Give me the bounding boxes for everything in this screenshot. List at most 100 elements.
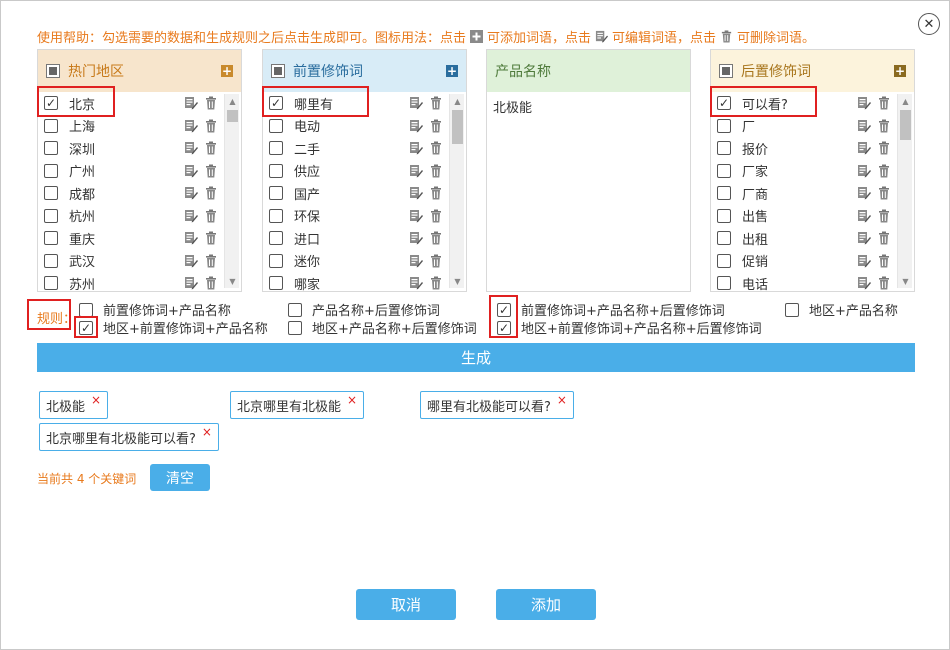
- item-checkbox[interactable]: [44, 276, 58, 291]
- list-item[interactable]: 深圳: [38, 137, 241, 160]
- item-checkbox[interactable]: [717, 276, 731, 291]
- edit-icon[interactable]: [857, 276, 871, 290]
- list-item[interactable]: ✓ 可以看?: [711, 92, 914, 115]
- item-checkbox[interactable]: [44, 253, 58, 268]
- add-button[interactable]: 添加: [496, 589, 596, 620]
- prefix-add-icon[interactable]: +: [446, 65, 458, 77]
- item-checkbox[interactable]: [717, 253, 731, 268]
- item-checkbox[interactable]: [269, 118, 283, 133]
- item-checkbox[interactable]: [717, 231, 731, 246]
- list-item[interactable]: 供应: [263, 160, 466, 183]
- list-item[interactable]: 哪家: [263, 272, 466, 291]
- list-item[interactable]: 上海: [38, 115, 241, 138]
- trash-icon[interactable]: [877, 96, 891, 110]
- edit-icon[interactable]: [857, 141, 871, 155]
- item-checkbox[interactable]: ✓: [44, 96, 58, 111]
- edit-icon[interactable]: [409, 164, 423, 178]
- remove-tag-icon[interactable]: ×: [557, 393, 567, 407]
- list-item[interactable]: 成都: [38, 182, 241, 205]
- close-button[interactable]: ✕: [918, 13, 940, 35]
- region-select-all-checkbox[interactable]: [46, 64, 60, 78]
- edit-icon[interactable]: [409, 254, 423, 268]
- item-checkbox[interactable]: [269, 276, 283, 291]
- scroll-thumb[interactable]: [900, 110, 911, 140]
- suffix-add-icon[interactable]: +: [894, 65, 906, 77]
- item-checkbox[interactable]: [269, 208, 283, 223]
- region-add-icon[interactable]: +: [221, 65, 233, 77]
- item-checkbox[interactable]: [44, 141, 58, 156]
- edit-icon[interactable]: [409, 96, 423, 110]
- scroll-thumb[interactable]: [227, 110, 238, 122]
- item-checkbox[interactable]: [717, 208, 731, 223]
- item-checkbox[interactable]: [269, 141, 283, 156]
- edit-icon[interactable]: [184, 254, 198, 268]
- trash-icon[interactable]: [877, 209, 891, 223]
- list-item[interactable]: 电话: [711, 272, 914, 291]
- trash-icon[interactable]: [429, 119, 443, 133]
- rule-region-prefix-product-suffix[interactable]: ✓ 地区+前置修饰词+产品名称+后置修饰词: [497, 318, 762, 337]
- list-item[interactable]: 广州: [38, 160, 241, 183]
- edit-icon[interactable]: [184, 231, 198, 245]
- trash-icon[interactable]: [877, 119, 891, 133]
- item-checkbox[interactable]: [269, 231, 283, 246]
- list-item[interactable]: 促销: [711, 250, 914, 273]
- rule-checkbox[interactable]: ✓: [79, 320, 93, 335]
- scroll-down-arrow[interactable]: ▼: [225, 274, 240, 288]
- rule-checkbox[interactable]: [288, 302, 302, 317]
- trash-icon[interactable]: [204, 254, 218, 268]
- trash-icon[interactable]: [429, 96, 443, 110]
- item-checkbox[interactable]: [44, 186, 58, 201]
- list-item[interactable]: 电动: [263, 115, 466, 138]
- scroll-down-arrow[interactable]: ▼: [898, 274, 913, 288]
- list-item[interactable]: 出售: [711, 205, 914, 228]
- list-item[interactable]: 苏州: [38, 272, 241, 291]
- list-item[interactable]: 厂家: [711, 160, 914, 183]
- trash-icon[interactable]: [429, 231, 443, 245]
- item-checkbox[interactable]: [717, 186, 731, 201]
- rule-checkbox[interactable]: [785, 302, 799, 317]
- list-item[interactable]: 出租: [711, 227, 914, 250]
- list-item[interactable]: 武汉: [38, 250, 241, 273]
- rule-region-product-suffix[interactable]: 地区+产品名称+后置修饰词: [288, 318, 477, 337]
- item-checkbox[interactable]: [44, 208, 58, 223]
- trash-icon[interactable]: [429, 141, 443, 155]
- trash-icon[interactable]: [877, 254, 891, 268]
- rule-checkbox[interactable]: ✓: [497, 320, 511, 335]
- scrollbar[interactable]: ▲ ▼: [449, 94, 464, 288]
- trash-icon[interactable]: [429, 276, 443, 290]
- trash-icon[interactable]: [204, 186, 218, 200]
- list-item[interactable]: ✓ 北京: [38, 92, 241, 115]
- list-item[interactable]: ✓ 哪里有: [263, 92, 466, 115]
- edit-icon[interactable]: [857, 96, 871, 110]
- list-item[interactable]: 厂商: [711, 182, 914, 205]
- item-checkbox[interactable]: [717, 141, 731, 156]
- edit-icon[interactable]: [409, 209, 423, 223]
- remove-tag-icon[interactable]: ×: [202, 425, 212, 439]
- scroll-up-arrow[interactable]: ▲: [225, 94, 240, 108]
- trash-icon[interactable]: [204, 119, 218, 133]
- remove-tag-icon[interactable]: ×: [347, 393, 357, 407]
- item-checkbox[interactable]: [269, 253, 283, 268]
- edit-icon[interactable]: [184, 186, 198, 200]
- edit-icon[interactable]: [184, 164, 198, 178]
- item-checkbox[interactable]: ✓: [717, 96, 731, 111]
- item-checkbox[interactable]: ✓: [269, 96, 283, 111]
- list-item[interactable]: 迷你: [263, 250, 466, 273]
- item-checkbox[interactable]: [44, 163, 58, 178]
- scroll-thumb[interactable]: [452, 110, 463, 144]
- rule-prefix-product-suffix[interactable]: ✓ 前置修饰词+产品名称+后置修饰词: [497, 300, 725, 319]
- trash-icon[interactable]: [204, 96, 218, 110]
- scroll-down-arrow[interactable]: ▼: [450, 274, 465, 288]
- trash-icon[interactable]: [204, 276, 218, 290]
- item-checkbox[interactable]: [717, 163, 731, 178]
- list-item[interactable]: 杭州: [38, 205, 241, 228]
- item-checkbox[interactable]: [44, 118, 58, 133]
- remove-tag-icon[interactable]: ×: [91, 393, 101, 407]
- trash-icon[interactable]: [429, 209, 443, 223]
- edit-icon[interactable]: [409, 119, 423, 133]
- cancel-button[interactable]: 取消: [356, 589, 456, 620]
- trash-icon[interactable]: [877, 231, 891, 245]
- rule-region-prefix-product[interactable]: ✓ 地区+前置修饰词+产品名称: [79, 318, 268, 337]
- trash-icon[interactable]: [877, 141, 891, 155]
- scrollbar[interactable]: ▲ ▼: [897, 94, 912, 288]
